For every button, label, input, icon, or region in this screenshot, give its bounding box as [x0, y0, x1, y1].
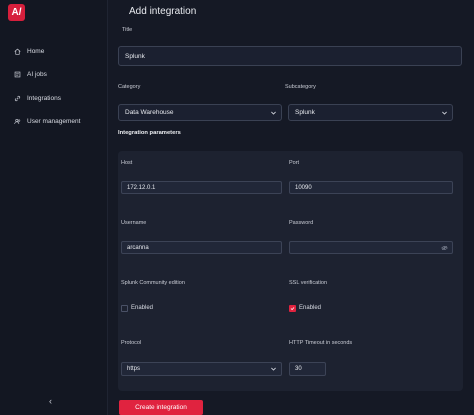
community-edition-checkbox[interactable] [121, 305, 128, 312]
sidebar-item-label: AI jobs [27, 70, 47, 78]
link-icon [13, 94, 21, 102]
subcategory-label: Subcategory [285, 84, 316, 90]
port-label: Port [289, 160, 300, 166]
main-content: Add integration Title Splunk Category Da… [108, 0, 474, 415]
http-timeout-input[interactable]: 30 [289, 362, 326, 376]
chevron-down-icon [271, 367, 276, 371]
community-edition-checkbox-label: Enabled [131, 305, 154, 311]
ssl-verification-checkbox[interactable] [289, 305, 296, 312]
password-input[interactable] [289, 241, 453, 254]
integration-parameters-heading: Integration parameters [118, 130, 181, 136]
eye-off-icon[interactable] [441, 245, 448, 251]
sidebar-item-label: User management [27, 117, 81, 125]
sidebar-item-ai-jobs[interactable]: AI jobs [13, 68, 47, 80]
password-label: Password [289, 220, 314, 226]
sidebar-item-user-management[interactable]: User management [13, 115, 80, 127]
community-edition-label: Splunk Community edition [121, 280, 185, 286]
username-input[interactable]: arcanna [121, 241, 282, 254]
home-icon [13, 47, 21, 55]
sidebar-item-label: Home [27, 47, 45, 55]
category-select[interactable]: Data Warehouse [118, 104, 282, 121]
port-input[interactable]: 10090 [289, 181, 453, 194]
username-label: Username [121, 220, 147, 226]
sidebar-item-home[interactable]: Home [13, 45, 44, 57]
users-icon [13, 117, 21, 125]
chevron-down-icon [271, 111, 276, 115]
title-input[interactable]: Splunk [118, 46, 462, 66]
sidebar-item-label: Integrations [27, 94, 61, 102]
title-label: Title [122, 27, 133, 33]
subcategory-select[interactable]: Splunk [288, 104, 453, 121]
ai-jobs-icon [13, 70, 21, 78]
protocol-select[interactable]: https [121, 362, 282, 376]
http-timeout-label: HTTP Timeout in seconds [289, 340, 353, 346]
protocol-label: Protocol [121, 340, 142, 346]
host-label: Host [121, 160, 133, 166]
integration-parameters-panel: Host 172.12.0.1 Port 10090 Username arca… [118, 151, 463, 391]
page-title: Add integration [129, 6, 197, 17]
collapse-sidebar-button[interactable]: ‹ [49, 396, 52, 406]
create-integration-button[interactable]: Create integration [119, 400, 203, 415]
sidebar: A/ Home AI jobs Integrations User manage… [0, 0, 108, 415]
ssl-verification-checkbox-label: Enabled [299, 305, 322, 311]
ssl-verification-label: SSL verification [289, 280, 328, 286]
sidebar-item-integrations[interactable]: Integrations [13, 92, 61, 104]
chevron-down-icon [442, 111, 447, 115]
category-label: Category [118, 84, 141, 90]
host-input[interactable]: 172.12.0.1 [121, 181, 282, 194]
app-logo[interactable]: A/ [8, 4, 25, 21]
check-icon [290, 307, 295, 311]
